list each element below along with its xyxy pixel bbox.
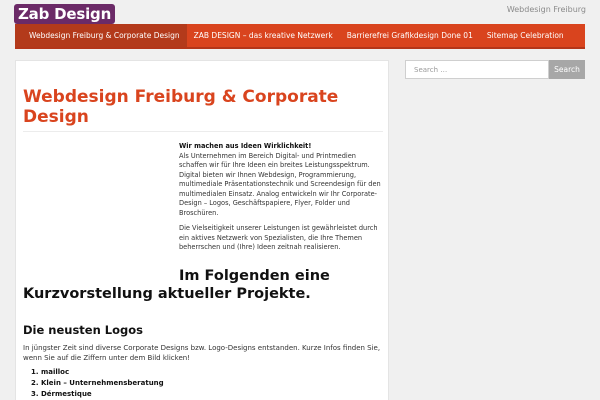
intro-paragraph-2: Die Vielseitigkeit unserer Leistungen is… — [179, 224, 378, 251]
intro-paragraph: Als Unternehmen im Bereich Digital- und … — [179, 151, 381, 217]
site-logo[interactable]: Zab Design — [14, 4, 116, 24]
list-label: Dérmestique — [40, 390, 92, 398]
projects-heading: Im Folgenden eine Kurzvorstellung aktuel… — [23, 268, 330, 302]
nav-item-webdesign-freiburg[interactable]: Webdesign Freiburg & Corporate Design — [15, 24, 187, 47]
list-item: 2. Klein – Unternehmensberatung — [23, 378, 383, 389]
logos-description: In jüngster Zeit sind diverse Corporate … — [23, 344, 381, 362]
list-item: 3. Dérmestique — [23, 389, 383, 400]
site-tagline: Webdesign Freiburg — [506, 5, 586, 14]
list-label: mailloc — [40, 368, 70, 376]
logos-list: 1. mailloc 2. Klein – Unternehmensberatu… — [23, 367, 383, 400]
page-title: Webdesign Freiburg & Corporate Design — [23, 87, 339, 127]
main-content: Webdesign Freiburg & Corporate Design Wi… — [15, 60, 389, 400]
main-navigation: Webdesign Freiburg & Corporate Design ZA… — [15, 24, 585, 49]
search-input[interactable] — [405, 60, 549, 79]
list-number: 2. — [31, 379, 39, 387]
nav-item-zab-design-network[interactable]: ZAB DESIGN – das kreative Netzwerk — [187, 24, 340, 47]
nav-item-barrierefrei-grafikdesign[interactable]: Barrierefrei Grafikdesign Done 01 — [340, 24, 480, 47]
search-button[interactable]: Search — [549, 60, 585, 79]
list-label: Klein – Unternehmensberatung — [40, 379, 164, 387]
nav-item-sitemap[interactable]: Sitemap Celebration — [480, 24, 571, 47]
list-number: 1. — [31, 368, 39, 376]
intro-text-block: Wir machen aus Ideen Wirklichkeit! Als U… — [179, 142, 384, 253]
intro-lead: Wir machen aus Ideen Wirklichkeit! — [179, 142, 312, 150]
list-item: 1. mailloc — [23, 367, 383, 378]
list-number: 3. — [31, 390, 39, 398]
title-divider — [23, 131, 383, 132]
logos-heading: Die neusten Logos — [23, 323, 144, 337]
